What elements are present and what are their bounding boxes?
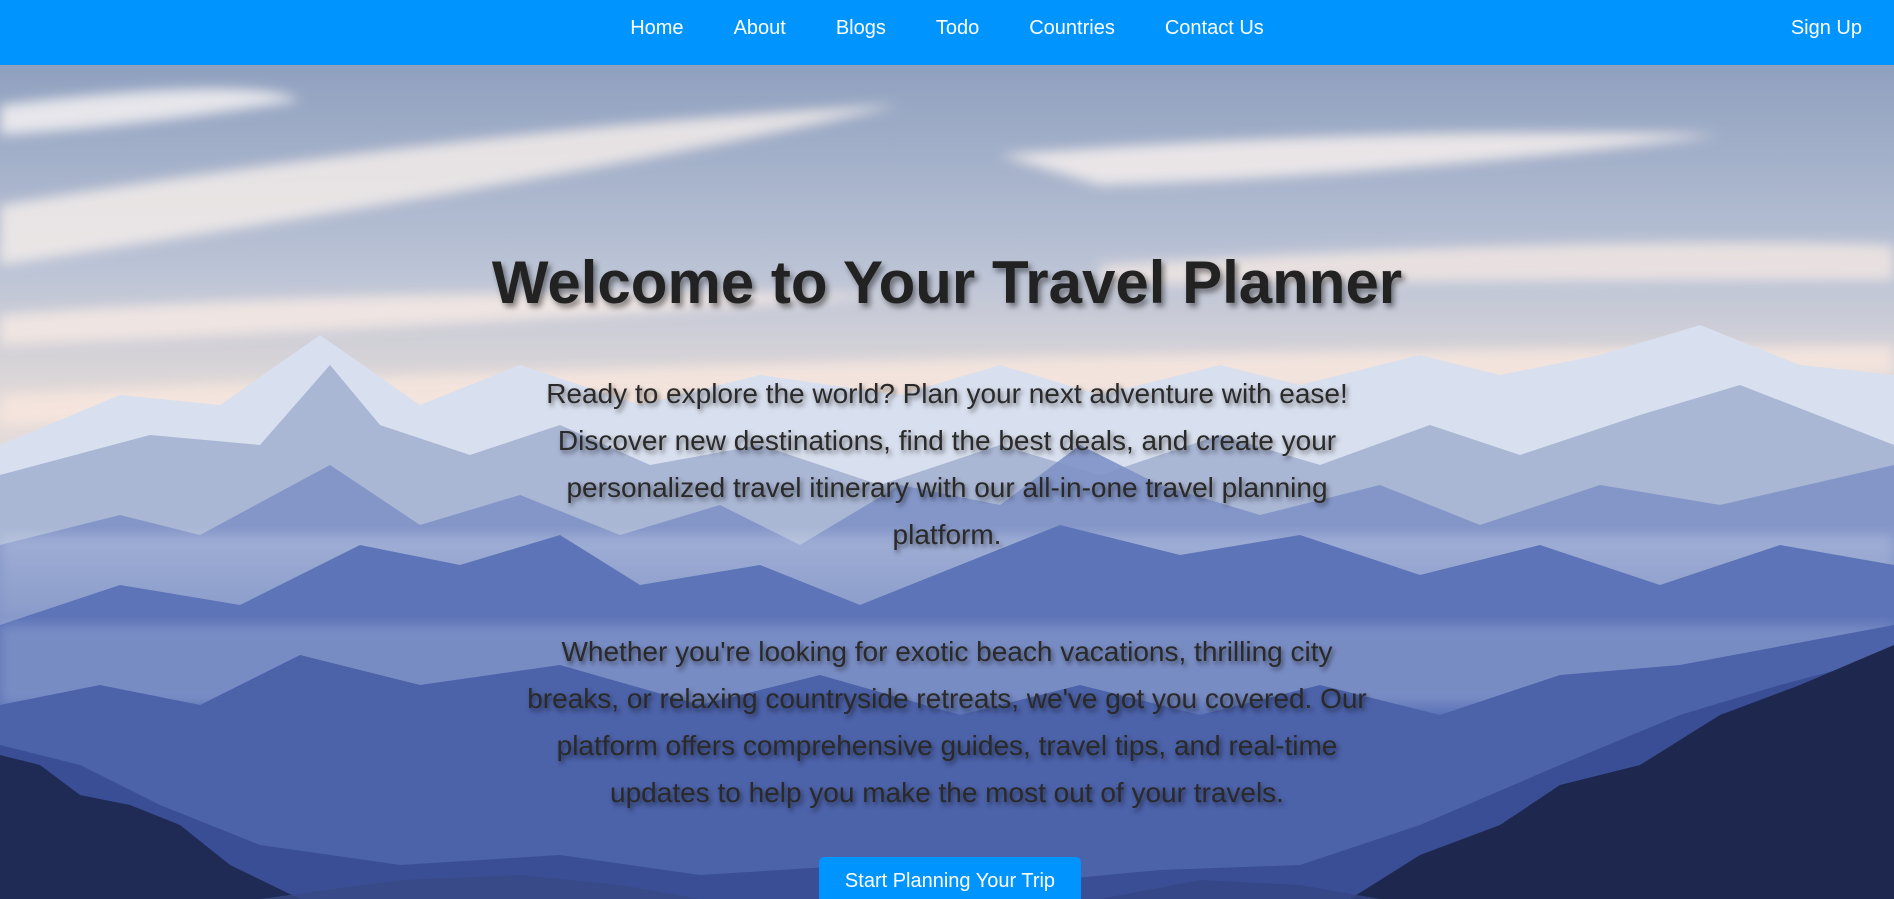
start-planning-button[interactable]: Start Planning Your Trip xyxy=(819,857,1081,899)
nav-about-link[interactable]: About xyxy=(709,0,811,57)
nav-home-link[interactable]: Home xyxy=(605,0,708,57)
nav-todo-link[interactable]: Todo xyxy=(911,0,1004,57)
top-navbar: Home About Blogs Todo Countries Contact … xyxy=(0,0,1894,65)
hero-intro-paragraph: Ready to explore the world? Plan your ne… xyxy=(546,378,1348,550)
nav-links: Home About Blogs Todo Countries Contact … xyxy=(0,0,1894,57)
hero-detail-paragraph: Whether you're looking for exotic beach … xyxy=(527,636,1367,808)
sign-up-link[interactable]: Sign Up xyxy=(1791,0,1862,57)
nav-contact-us-link[interactable]: Contact Us xyxy=(1140,0,1289,57)
hero-section: Welcome to Your Travel Planner Ready to … xyxy=(0,65,1894,899)
nav-blogs-link[interactable]: Blogs xyxy=(811,0,911,57)
hero-title: Welcome to Your Travel Planner xyxy=(491,249,1403,316)
nav-countries-link[interactable]: Countries xyxy=(1004,0,1140,57)
